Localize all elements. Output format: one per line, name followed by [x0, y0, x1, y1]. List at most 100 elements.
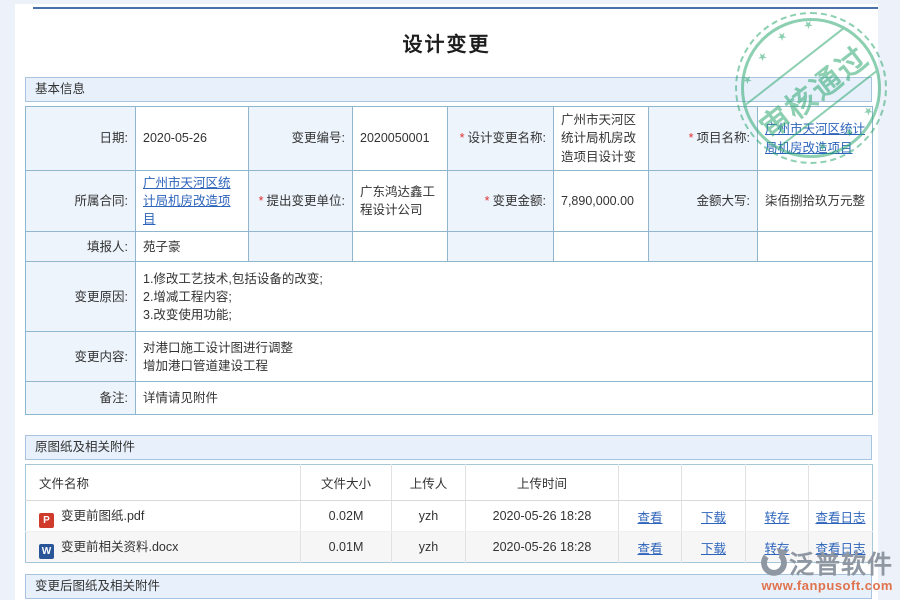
change-amount-label: 变更金额:	[493, 194, 546, 208]
basic-info-section: 基本信息 日期: 2020-05-26 变更编号: 2020050001 *设计…	[25, 77, 872, 415]
download-link[interactable]: 下载	[701, 542, 726, 556]
watermark-brand: 泛普软件	[789, 545, 893, 581]
save-as-link[interactable]: 转存	[764, 511, 789, 525]
change-number-value: 2020050001	[353, 107, 448, 171]
column-empty	[809, 465, 873, 501]
filler-label: 填报人:	[87, 240, 128, 254]
change-amount-label-cell: *变更金额:	[448, 171, 554, 232]
change-amount-value: 7,890,000.00	[554, 171, 649, 232]
amount-caps-label-cell: 金额大写:	[649, 171, 758, 232]
change-unit-value: 广东鸿达鑫工程设计公司	[353, 171, 448, 232]
required-marker: *	[460, 131, 465, 145]
file-name: 变更前图纸.pdf	[61, 509, 144, 523]
attachments-after-header: 变更后图纸及相关附件	[25, 574, 872, 599]
change-number-label: 变更编号:	[292, 131, 345, 145]
view-link[interactable]: 查看	[637, 542, 662, 556]
action-cell: 查看	[619, 532, 682, 563]
view-log-link[interactable]: 查看日志	[815, 511, 865, 525]
basic-info-table: 日期: 2020-05-26 变更编号: 2020050001 *设计变更名称:…	[25, 106, 873, 415]
watermark-brand-row: 泛普软件	[759, 545, 893, 581]
empty-value-cell	[353, 232, 448, 262]
required-marker: *	[485, 194, 490, 208]
remark-label: 备注:	[100, 391, 128, 405]
amount-caps-value: 柒佰捌拾玖万元整	[758, 171, 873, 232]
word-file-icon: W	[39, 544, 54, 559]
contract-label: 所属合同:	[75, 194, 128, 208]
column-file-name: 文件名称	[26, 465, 301, 501]
contract-value-cell: 广州市天河区统计局机房改造项目	[136, 171, 249, 232]
download-link[interactable]: 下载	[701, 511, 726, 525]
change-name-label-cell: *设计变更名称:	[448, 107, 554, 171]
column-file-size: 文件大小	[301, 465, 392, 501]
table-row: 所属合同: 广州市天河区统计局机房改造项目 *提出变更单位: 广东鸿达鑫工程设计…	[26, 171, 873, 232]
project-name-link[interactable]: 广州市天河区统计局机房改造项目	[765, 122, 865, 154]
table-row: 变更原因: 1.修改工艺技术,包括设备的改变; 2.增减工程内容; 3.改变使用…	[26, 262, 873, 332]
fanpu-logo-icon	[759, 547, 789, 580]
attachments-before-header: 原图纸及相关附件	[25, 435, 872, 460]
attachments-before-section: 原图纸及相关附件 文件名称 文件大小 上传人 上传时间 P 变更前图纸.pdf 0…	[25, 435, 872, 563]
file-upload-time: 2020-05-26 18:28	[466, 501, 619, 532]
watermark-url: www.fanpusoft.com	[759, 578, 893, 593]
change-reason-label-cell: 变更原因:	[26, 262, 136, 332]
watermark: 泛普软件 www.fanpusoft.com	[759, 545, 893, 593]
action-cell: 查看日志	[809, 501, 873, 532]
file-size: 0.02M	[301, 501, 392, 532]
page-title: 设计变更	[15, 28, 878, 57]
change-unit-label: 提出变更单位:	[267, 194, 345, 208]
remark-label-cell: 备注:	[26, 382, 136, 415]
action-cell: 下载	[682, 532, 746, 563]
file-row: P 变更前图纸.pdf 0.02M yzh 2020-05-26 18:28 查看…	[26, 501, 873, 532]
column-empty	[619, 465, 682, 501]
column-empty	[746, 465, 809, 501]
empty-label-cell	[649, 232, 758, 262]
empty-value-cell	[554, 232, 649, 262]
date-value: 2020-05-26	[136, 107, 249, 171]
change-content-label: 变更内容:	[75, 350, 128, 364]
table-row: 备注: 详情请见附件	[26, 382, 873, 415]
project-name-label-cell: *项目名称:	[649, 107, 758, 171]
change-content-value: 对港口施工设计图进行调整 增加港口管道建设工程	[136, 332, 873, 382]
table-row: 填报人: 苑子豪	[26, 232, 873, 262]
required-marker: *	[259, 194, 264, 208]
change-name-label: 设计变更名称:	[468, 131, 546, 145]
column-empty	[682, 465, 746, 501]
project-name-value-cell: 广州市天河区统计局机房改造项目	[758, 107, 873, 171]
view-link[interactable]: 查看	[637, 511, 662, 525]
contract-link[interactable]: 广州市天河区统计局机房改造项目	[143, 176, 231, 226]
amount-caps-label: 金额大写:	[697, 194, 750, 208]
date-label: 日期:	[100, 131, 128, 145]
required-marker: *	[689, 131, 694, 145]
action-cell: 下载	[682, 501, 746, 532]
file-row: W 变更前相关资料.docx 0.01M yzh 2020-05-26 18:28…	[26, 532, 873, 563]
project-name-label: 项目名称:	[697, 131, 750, 145]
file-uploader: yzh	[392, 501, 466, 532]
table-row: 变更内容: 对港口施工设计图进行调整 增加港口管道建设工程	[26, 332, 873, 382]
pdf-file-icon: P	[39, 513, 54, 528]
attachments-table: 文件名称 文件大小 上传人 上传时间 P 变更前图纸.pdf 0.02M yzh …	[25, 464, 873, 563]
change-name-value: 广州市天河区统计局机房改造项目设计变	[554, 107, 649, 171]
empty-value-cell	[758, 232, 873, 262]
filler-label-cell: 填报人:	[26, 232, 136, 262]
action-cell: 转存	[746, 501, 809, 532]
column-upload-time: 上传时间	[466, 465, 619, 501]
change-reason-value: 1.修改工艺技术,包括设备的改变; 2.增减工程内容; 3.改变使用功能;	[136, 262, 873, 332]
top-divider	[33, 7, 878, 9]
change-content-label-cell: 变更内容:	[26, 332, 136, 382]
change-reason-label: 变更原因:	[75, 290, 128, 304]
attachments-header-row: 文件名称 文件大小 上传人 上传时间	[26, 465, 873, 501]
file-uploader: yzh	[392, 532, 466, 563]
remark-value: 详情请见附件	[136, 382, 873, 415]
attachments-after-section: 变更后图纸及相关附件	[25, 574, 872, 599]
contract-label-cell: 所属合同:	[26, 171, 136, 232]
file-size: 0.01M	[301, 532, 392, 563]
change-unit-label-cell: *提出变更单位:	[249, 171, 353, 232]
file-upload-time: 2020-05-26 18:28	[466, 532, 619, 563]
file-name: 变更前相关资料.docx	[61, 540, 178, 554]
basic-info-section-header: 基本信息	[25, 77, 872, 102]
table-row: 日期: 2020-05-26 变更编号: 2020050001 *设计变更名称:…	[26, 107, 873, 171]
empty-label-cell	[249, 232, 353, 262]
date-label-cell: 日期:	[26, 107, 136, 171]
file-name-cell: W 变更前相关资料.docx	[26, 532, 301, 563]
file-name-cell: P 变更前图纸.pdf	[26, 501, 301, 532]
content-panel: 设计变更 基本信息 日期: 2020-05-26 变更编号: 202005000…	[15, 4, 878, 600]
